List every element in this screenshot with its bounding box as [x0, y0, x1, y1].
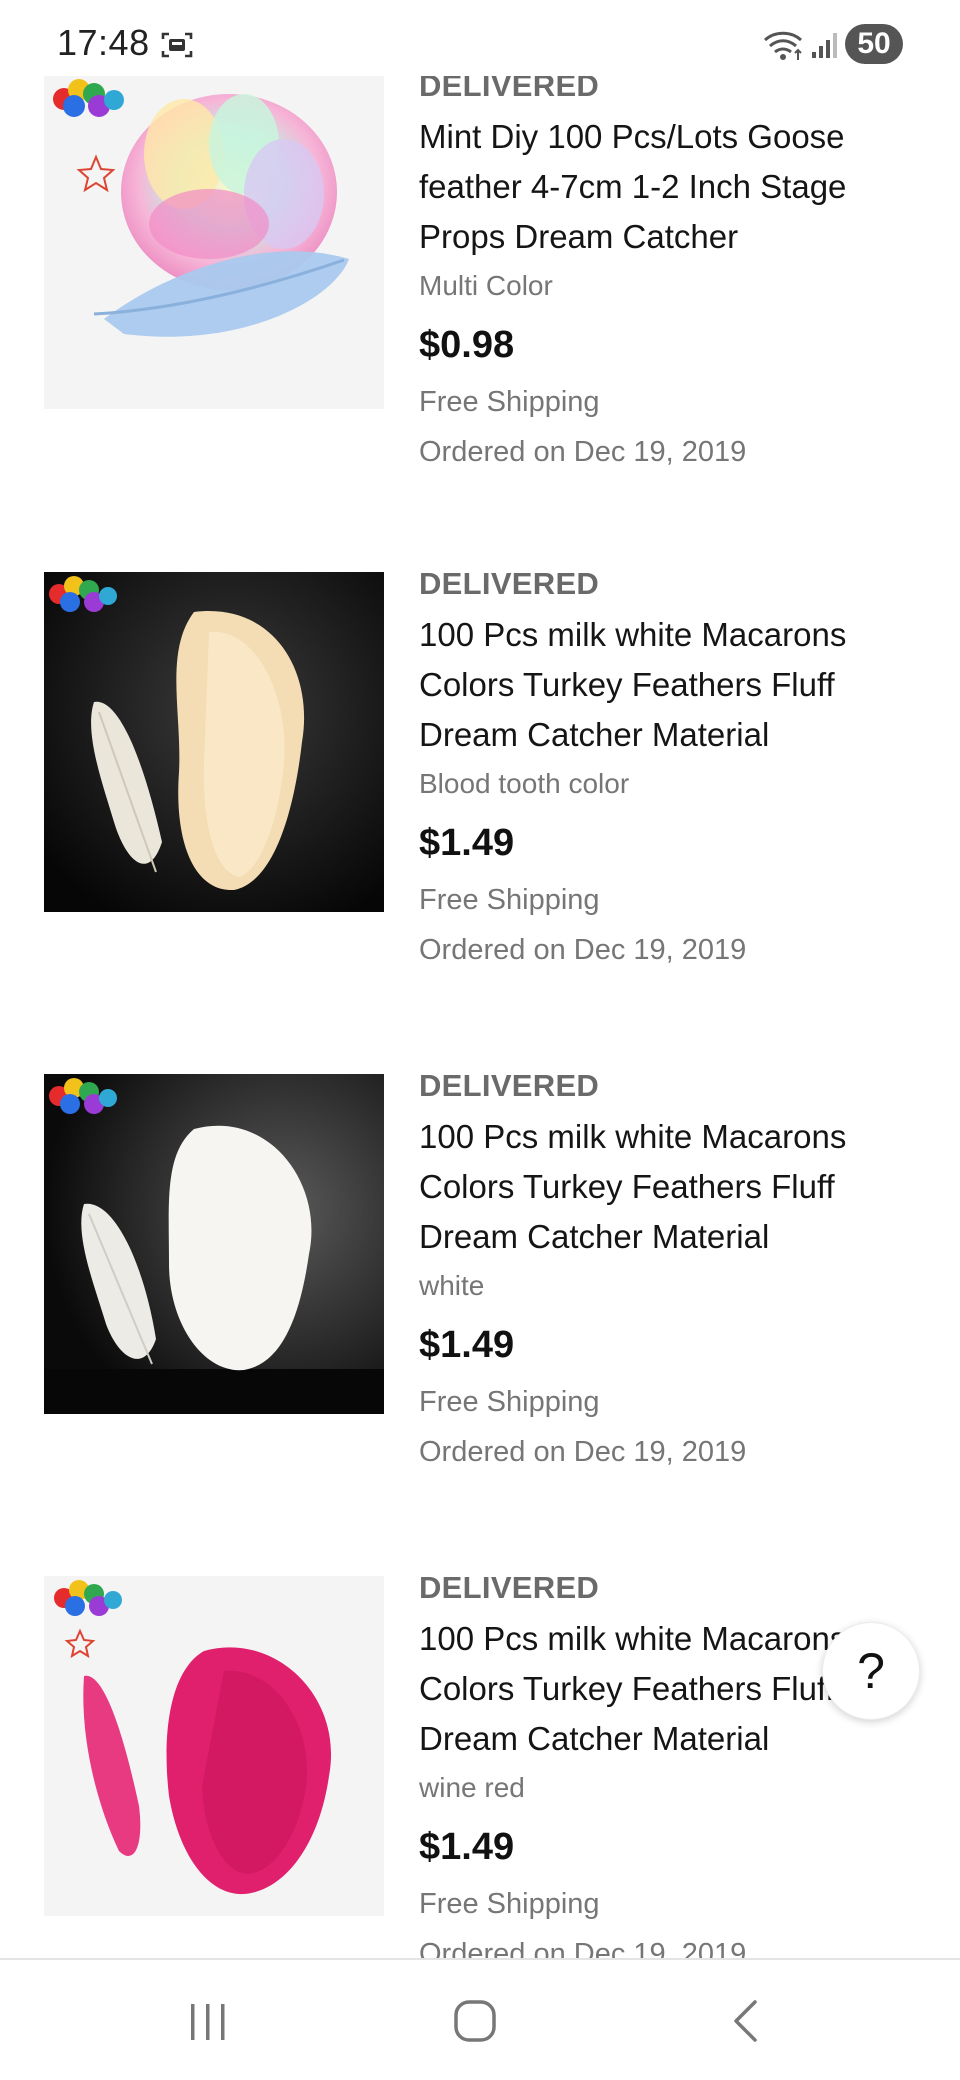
order-date: Ordered on Dec 19, 2019: [419, 1938, 747, 1958]
wifi-icon: [763, 31, 803, 60]
screenshot-icon: [161, 32, 193, 58]
order-item[interactable]: DELIVERED 100 Pcs milk white Macarons Co…: [0, 1570, 960, 1958]
order-item[interactable]: DELIVERED 100 Pcs milk white Macarons Co…: [0, 566, 960, 1072]
order-status: DELIVERED: [419, 566, 600, 601]
order-info: DELIVERED 100 Pcs milk white Macarons Co…: [419, 1568, 899, 1958]
order-item[interactable]: DELIVERED Mint Diy 100 Pcs/Lots Goose fe…: [0, 68, 960, 574]
order-info: DELIVERED 100 Pcs milk white Macarons Co…: [419, 564, 899, 970]
order-info: DELIVERED Mint Diy 100 Pcs/Lots Goose fe…: [419, 66, 899, 472]
shipping-info: Free Shipping: [419, 386, 600, 418]
product-thumbnail[interactable]: [44, 74, 384, 409]
product-variant: white: [419, 1270, 485, 1301]
shipping-info: Free Shipping: [419, 1888, 600, 1920]
order-item[interactable]: DELIVERED 100 Pcs milk white Macarons Co…: [0, 1068, 960, 1574]
shipping-info: Free Shipping: [419, 1386, 600, 1418]
status-time: 17:48: [57, 22, 150, 63]
product-thumbnail[interactable]: [44, 1576, 384, 1916]
product-title-line[interactable]: Mint Diy 100 Pcs/Lots Goose: [419, 112, 899, 162]
product-title-line[interactable]: Colors Turkey Feathers Fluff: [419, 660, 899, 710]
product-title-line[interactable]: 100 Pcs milk white Macarons: [419, 610, 899, 660]
order-date: Ordered on Dec 19, 2019: [419, 1436, 747, 1468]
product-thumbnail[interactable]: [44, 1074, 384, 1414]
product-thumbnail[interactable]: [44, 572, 384, 912]
order-date: Ordered on Dec 19, 2019: [419, 436, 747, 468]
product-variant: Blood tooth color: [419, 768, 630, 799]
product-price: $1.49: [419, 822, 515, 864]
product-title-line[interactable]: Dream Catcher Material: [419, 1714, 899, 1764]
product-price: $0.98: [419, 324, 515, 366]
product-variant: Multi Color: [419, 270, 553, 301]
recent-apps-icon[interactable]: [186, 2000, 230, 2044]
battery-icon: 50: [845, 24, 903, 64]
order-date: Ordered on Dec 19, 2019: [419, 934, 747, 966]
product-title-line[interactable]: Dream Catcher Material: [419, 710, 899, 760]
navigation-bar: [0, 1958, 960, 2080]
order-info: DELIVERED 100 Pcs milk white Macarons Co…: [419, 1066, 899, 1472]
help-button[interactable]: ?: [822, 1622, 920, 1720]
product-title-line[interactable]: Props Dream Catcher: [419, 212, 899, 262]
order-status: DELIVERED: [419, 1068, 600, 1103]
status-bar: 17:48 50: [0, 0, 960, 76]
product-price: $1.49: [419, 1324, 515, 1366]
product-title-line[interactable]: Dream Catcher Material: [419, 1212, 899, 1262]
signal-icon: [812, 33, 837, 58]
shipping-info: Free Shipping: [419, 884, 600, 916]
order-list: DELIVERED Mint Diy 100 Pcs/Lots Goose fe…: [0, 0, 960, 1958]
order-status: DELIVERED: [419, 1570, 600, 1605]
back-icon[interactable]: [728, 1998, 762, 2044]
product-title-line[interactable]: 100 Pcs milk white Macarons: [419, 1112, 899, 1162]
product-price: $1.49: [419, 1826, 515, 1868]
order-history-screen: DELIVERED Mint Diy 100 Pcs/Lots Goose fe…: [0, 0, 960, 2080]
product-title-line[interactable]: feather 4-7cm 1-2 Inch Stage: [419, 162, 899, 212]
product-title-line[interactable]: Colors Turkey Feathers Fluff: [419, 1162, 899, 1212]
product-variant: wine red: [419, 1772, 525, 1803]
home-icon[interactable]: [452, 1998, 498, 2044]
